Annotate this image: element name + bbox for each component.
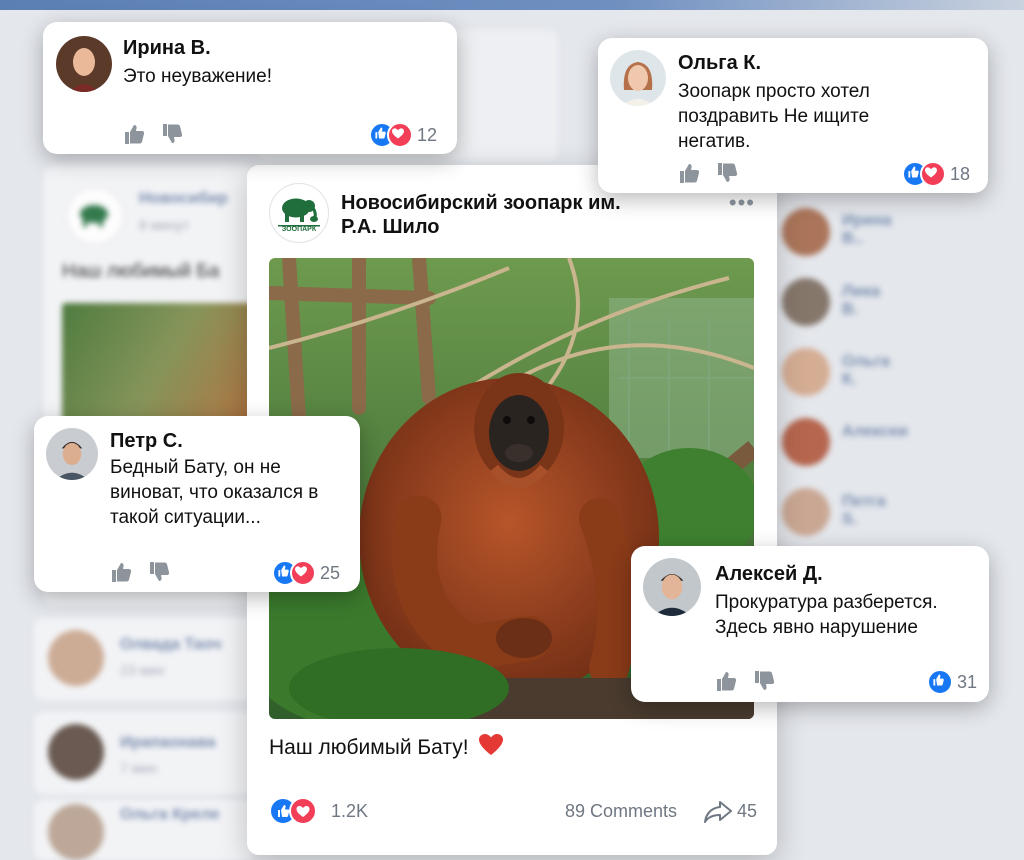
bg-list-item: Ирапаонава 7 мин	[34, 712, 254, 794]
share-icon[interactable]	[703, 799, 733, 830]
bg-avatar	[48, 724, 104, 780]
love-reaction-icon	[920, 161, 946, 187]
vote-buttons	[715, 670, 777, 697]
bg-list-name: Алексеи	[842, 423, 908, 440]
thumbs-up-icon[interactable]	[110, 561, 134, 588]
reaction-count: 12	[417, 124, 438, 145]
more-options-icon[interactable]: •••	[729, 190, 755, 216]
thumbs-up-icon[interactable]	[678, 162, 702, 189]
avatar[interactable]	[46, 428, 98, 480]
vote-buttons	[678, 162, 740, 189]
bg-list-name: Ирапаонава	[120, 734, 216, 751]
comment-bubble: Ирина В. Это неуважение! 12	[43, 22, 457, 154]
comment-text: Это неуважение!	[123, 66, 273, 87]
page-name[interactable]: Новосибирский зоопарк им. Р.А. Шило	[341, 191, 661, 239]
zoo-logo[interactable]: ЗООПАРК	[269, 183, 329, 243]
bg-avatar	[782, 348, 830, 396]
comment-text: Бедный Бату, он не виноват, что оказался…	[110, 457, 319, 528]
bg-avatar	[782, 208, 830, 256]
thumbs-up-icon[interactable]	[715, 670, 739, 697]
avatar[interactable]	[643, 558, 701, 616]
bg-avatar	[782, 488, 830, 536]
bg-list-name: Ольга Креле	[120, 806, 220, 823]
bg-avatar	[782, 418, 830, 466]
bg-list-item: Ольга Креле	[34, 800, 254, 860]
bg-list-name: Ирина В..	[842, 212, 892, 247]
comment-text: Зоопарк просто хотел поздравить Не ищите…	[678, 81, 870, 152]
bg-post-photo	[62, 303, 262, 423]
vote-buttons	[110, 561, 172, 588]
comment-author[interactable]: Ирина В.	[123, 37, 211, 60]
comment-author[interactable]: Ольга К.	[678, 52, 761, 75]
comment-reactions[interactable]: 25	[272, 560, 340, 586]
bg-list-item: Олвада Таоч 23 мин	[34, 618, 254, 700]
reaction-count: 31	[957, 671, 978, 692]
post-footer: 1.2K 89 Comments 45	[269, 797, 759, 827]
thumbs-down-icon[interactable]	[161, 123, 185, 150]
bg-avatar	[48, 630, 104, 686]
reaction-icons[interactable]	[269, 797, 317, 830]
bg-post-name: Новосибир	[139, 190, 228, 207]
love-reaction-icon	[387, 122, 413, 148]
bg-list-name: Лика В.	[842, 283, 880, 318]
love-reaction-icon	[290, 560, 316, 586]
comment-text: Прокуратура разберется. Здесь явно наруш…	[715, 592, 938, 638]
comment-bubble: Ольга К. Зоопарк просто хотел поздравить…	[598, 38, 988, 193]
shares-count: 45	[737, 801, 758, 821]
avatar[interactable]	[56, 36, 112, 92]
comment-reactions[interactable]: 31	[927, 669, 977, 695]
avatar[interactable]	[610, 50, 666, 106]
bg-post-time: 8 минут	[139, 217, 190, 233]
reaction-count: 18	[950, 163, 971, 184]
bg-avatar	[782, 278, 830, 326]
reactions-count[interactable]: 1.2K	[331, 801, 368, 822]
heart-emoji-icon	[478, 733, 504, 763]
like-reaction-icon	[927, 669, 953, 695]
bg-list-time: 7 мин	[120, 760, 157, 776]
comment-author[interactable]: Петр С.	[110, 430, 183, 453]
logo-text: ЗООПАРК	[281, 226, 317, 233]
vote-buttons	[123, 123, 185, 150]
comment-reactions[interactable]: 12	[369, 122, 437, 148]
caption-text: Наш любимый Бату!	[269, 736, 469, 759]
comment-author[interactable]: Алексей Д.	[715, 563, 823, 586]
comments-count-link[interactable]: 89 Comments	[565, 801, 677, 822]
thumbs-down-icon[interactable]	[716, 162, 740, 189]
elephant-logo-icon	[278, 198, 320, 227]
comment-reactions[interactable]: 18	[902, 161, 970, 187]
bg-list-name: Ольга К.	[842, 353, 890, 388]
thumbs-up-icon[interactable]	[123, 123, 147, 150]
top-navigation-bar	[0, 0, 1024, 10]
love-reaction-icon	[289, 797, 317, 825]
post-caption: Наш любимый Бату!	[269, 733, 504, 763]
comment-bubble: Алексей Д. Прокуратура разберется. Здесь…	[631, 546, 989, 702]
comment-bubble: Петр С. Бедный Бату, он не виноват, что …	[34, 416, 360, 592]
bg-list-time: 23 мин	[120, 662, 165, 678]
bg-avatar	[48, 804, 104, 860]
reaction-count: 25	[320, 562, 341, 583]
thumbs-down-icon[interactable]	[148, 561, 172, 588]
bg-list-name: Петга S.	[842, 493, 886, 528]
bg-list-name: Олвада Таоч	[120, 636, 222, 653]
thumbs-down-icon[interactable]	[753, 670, 777, 697]
bg-zoo-logo	[66, 187, 124, 245]
bg-post-text: Наш любимый Ба	[62, 261, 220, 282]
